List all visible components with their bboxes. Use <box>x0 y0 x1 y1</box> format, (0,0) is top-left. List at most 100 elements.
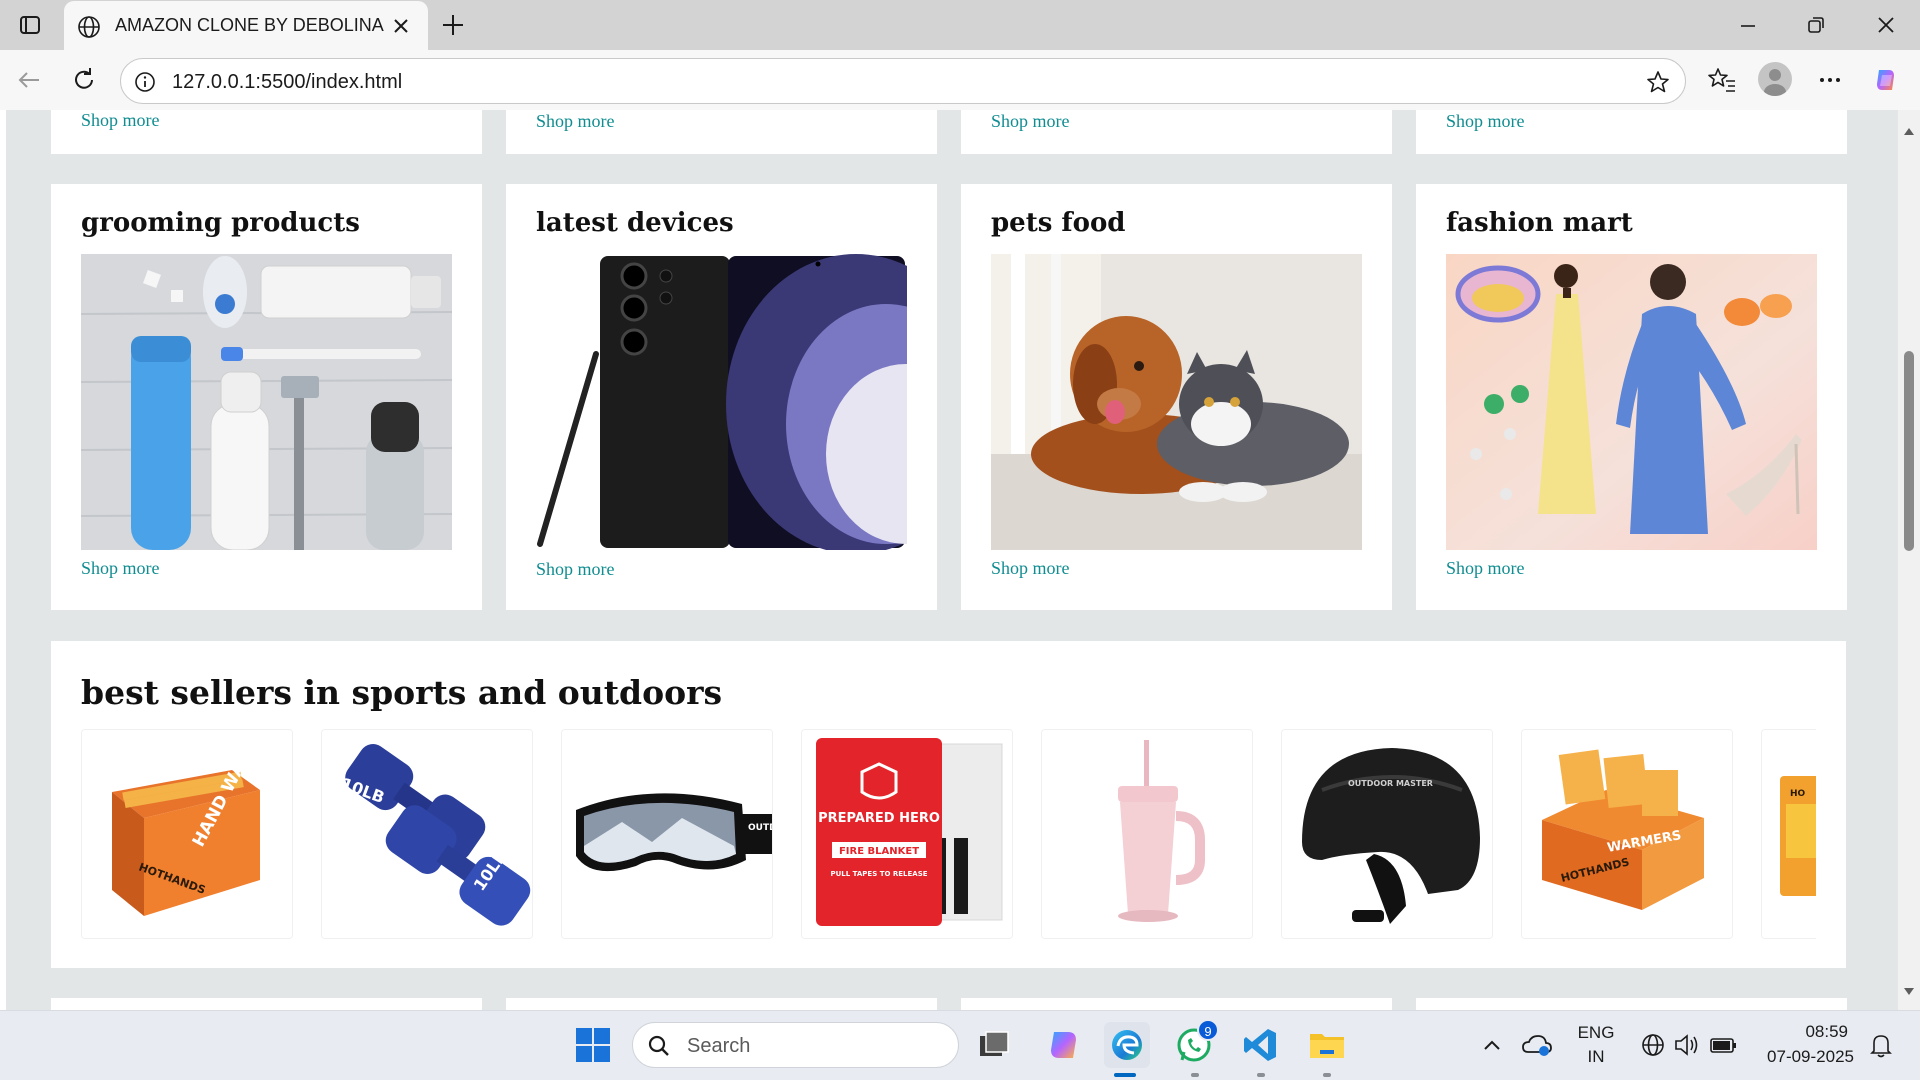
more-options-icon[interactable] <box>1814 64 1846 96</box>
card-title: latest devices <box>536 208 734 238</box>
search-icon <box>647 1034 671 1058</box>
latest-devices-image[interactable] <box>536 254 907 550</box>
browser-toolbar: 127.0.0.1:5500/index.html <box>0 50 1920 110</box>
running-indicator <box>1191 1073 1199 1077</box>
product-card[interactable]: PREPARED HERO FIRE BLANKET PULL TAPES TO… <box>801 729 1013 939</box>
card-title: pets food <box>991 208 1126 238</box>
shop-more-link[interactable]: Shop more <box>991 558 1070 579</box>
battery-icon[interactable] <box>1708 1024 1738 1066</box>
address-bar[interactable]: 127.0.0.1:5500/index.html <box>120 58 1686 104</box>
section-title: best sellers in sports and outdoors <box>81 673 723 712</box>
shop-more-link[interactable]: Shop more <box>1446 558 1525 579</box>
search-placeholder: Search <box>687 1035 751 1057</box>
new-tab-plus-icon[interactable] <box>438 10 468 40</box>
file-explorer-icon[interactable] <box>1306 1024 1348 1066</box>
favorites-list-icon[interactable] <box>1706 64 1738 96</box>
favorite-star-icon[interactable] <box>1645 69 1671 95</box>
tumbler-image <box>1042 730 1252 938</box>
shop-more-link[interactable]: Shop more <box>1446 111 1525 132</box>
browser-title-bar: AMAZON CLONE BY DEBOLINA <box>0 0 1920 51</box>
notification-bell-icon[interactable] <box>1866 1024 1896 1066</box>
page-viewport: Shop more Shop more Shop more Shop more … <box>0 110 1920 1010</box>
restore-icon[interactable] <box>1801 10 1831 40</box>
site-info-icon[interactable] <box>133 70 157 94</box>
category-card-devices: latest devices Shop more <box>506 184 937 610</box>
shop-more-link[interactable]: Shop more <box>991 111 1070 132</box>
card-title: fashion mart <box>1446 208 1633 238</box>
scrollbar-thumb[interactable] <box>1904 351 1914 551</box>
input-region-indicator[interactable]: IN <box>1576 1047 1616 1067</box>
windows-start-icon[interactable] <box>572 1024 614 1066</box>
running-indicator <box>1257 1073 1265 1077</box>
next-row-card <box>961 998 1392 1010</box>
dumbbells-image: 10LB 10LB <box>322 730 532 938</box>
windows-taskbar: Search 9 ENG IN 08:59 07-09-2025 <box>0 1010 1920 1080</box>
vscode-icon[interactable] <box>1240 1024 1282 1066</box>
volume-icon[interactable] <box>1672 1024 1702 1066</box>
product-card[interactable]: OUTDOOR MASTER <box>1281 729 1493 939</box>
back-arrow-icon[interactable] <box>14 65 44 95</box>
next-row-card <box>506 998 937 1010</box>
network-globe-icon[interactable] <box>1638 1024 1668 1066</box>
refresh-icon[interactable] <box>69 65 99 95</box>
clock-time[interactable]: 08:59 <box>1758 1022 1848 1042</box>
top-card-4: Shop more <box>1416 110 1847 154</box>
tab-close-icon[interactable] <box>390 15 412 37</box>
fashion-mart-image[interactable] <box>1446 254 1817 550</box>
show-hidden-icons-chevron[interactable] <box>1478 1024 1506 1066</box>
hand-warmers-pack-image: HO <box>1762 730 1816 938</box>
globe-icon <box>76 14 102 40</box>
active-tab[interactable]: AMAZON CLONE BY DEBOLINA <box>64 1 428 51</box>
ski-goggles-image: OUTDOOR MASTER <box>562 730 773 938</box>
hand-warmers-display-image: WARMERS HOTHANDS <box>1522 730 1732 938</box>
helmet-image: OUTDOOR MASTER <box>1282 730 1492 938</box>
vertical-scrollbar[interactable] <box>1898 110 1920 1010</box>
edge-browser-icon[interactable] <box>1104 1022 1150 1068</box>
shop-more-link[interactable]: Shop more <box>536 559 615 580</box>
product-carousel[interactable]: HAND WARMERS HOTHANDS 10LB 10LB OUT PREP… <box>81 729 1816 942</box>
category-card-pets: pets food Shop more <box>961 184 1392 610</box>
shop-more-link[interactable]: Shop more <box>81 110 160 131</box>
fire-blanket-image: PREPARED HERO FIRE BLANKET PULL TAPES TO… <box>802 730 1012 938</box>
top-card-3: Shop more <box>961 110 1392 154</box>
scroll-up-arrow-icon[interactable] <box>1903 122 1915 135</box>
whatsapp-notification-badge: 9 <box>1197 1019 1219 1041</box>
product-brand-text: OUTDOOR MASTER <box>1348 779 1433 788</box>
card-title: grooming products <box>81 208 360 238</box>
top-card-2: Shop more <box>506 110 937 154</box>
close-window-icon[interactable] <box>1871 10 1901 40</box>
language-indicator[interactable]: ENG <box>1576 1023 1616 1043</box>
hand-warmers-box-image: HAND WARMERS HOTHANDS <box>82 730 292 938</box>
pets-food-image[interactable] <box>991 254 1362 550</box>
copilot-app-icon[interactable] <box>1042 1024 1084 1066</box>
next-row-card <box>1416 998 1847 1010</box>
profile-avatar[interactable] <box>1758 62 1792 96</box>
product-card[interactable]: HAND WARMERS HOTHANDS <box>81 729 293 939</box>
tab-actions-icon[interactable] <box>16 11 44 39</box>
url-text[interactable]: 127.0.0.1:5500/index.html <box>172 71 402 94</box>
scroll-down-arrow-icon[interactable] <box>1903 983 1915 995</box>
tab-title: AMAZON CLONE BY DEBOLINA <box>115 15 384 35</box>
onedrive-cloud-icon[interactable] <box>1520 1024 1554 1066</box>
shop-more-link[interactable]: Shop more <box>81 558 160 579</box>
top-card-1: Shop more <box>51 110 482 154</box>
task-view-icon[interactable] <box>972 1024 1014 1066</box>
product-card[interactable]: 10LB 10LB <box>321 729 533 939</box>
minimize-icon[interactable] <box>1733 10 1763 40</box>
clock-date[interactable]: 07-09-2025 <box>1752 1047 1854 1067</box>
product-brand-text: OUTDOOR MASTER <box>748 823 773 833</box>
product-card[interactable]: WARMERS HOTHANDS <box>1521 729 1733 939</box>
product-card[interactable] <box>1041 729 1253 939</box>
product-brand-text: PREPARED HERO <box>818 811 940 826</box>
product-card[interactable]: OUTDOOR MASTER <box>561 729 773 939</box>
running-indicator <box>1323 1073 1331 1077</box>
taskbar-search-box[interactable]: Search <box>632 1022 959 1068</box>
copilot-icon[interactable] <box>1870 64 1902 96</box>
category-card-fashion: fashion mart Shop more <box>1416 184 1847 610</box>
shop-more-link[interactable]: Shop more <box>536 111 615 132</box>
next-row-card <box>51 998 482 1010</box>
product-card[interactable]: HO <box>1761 729 1816 939</box>
grooming-products-image[interactable] <box>81 254 452 550</box>
product-brand-text: HO <box>1790 789 1806 799</box>
product-label-text: FIRE BLANKET <box>839 846 919 857</box>
